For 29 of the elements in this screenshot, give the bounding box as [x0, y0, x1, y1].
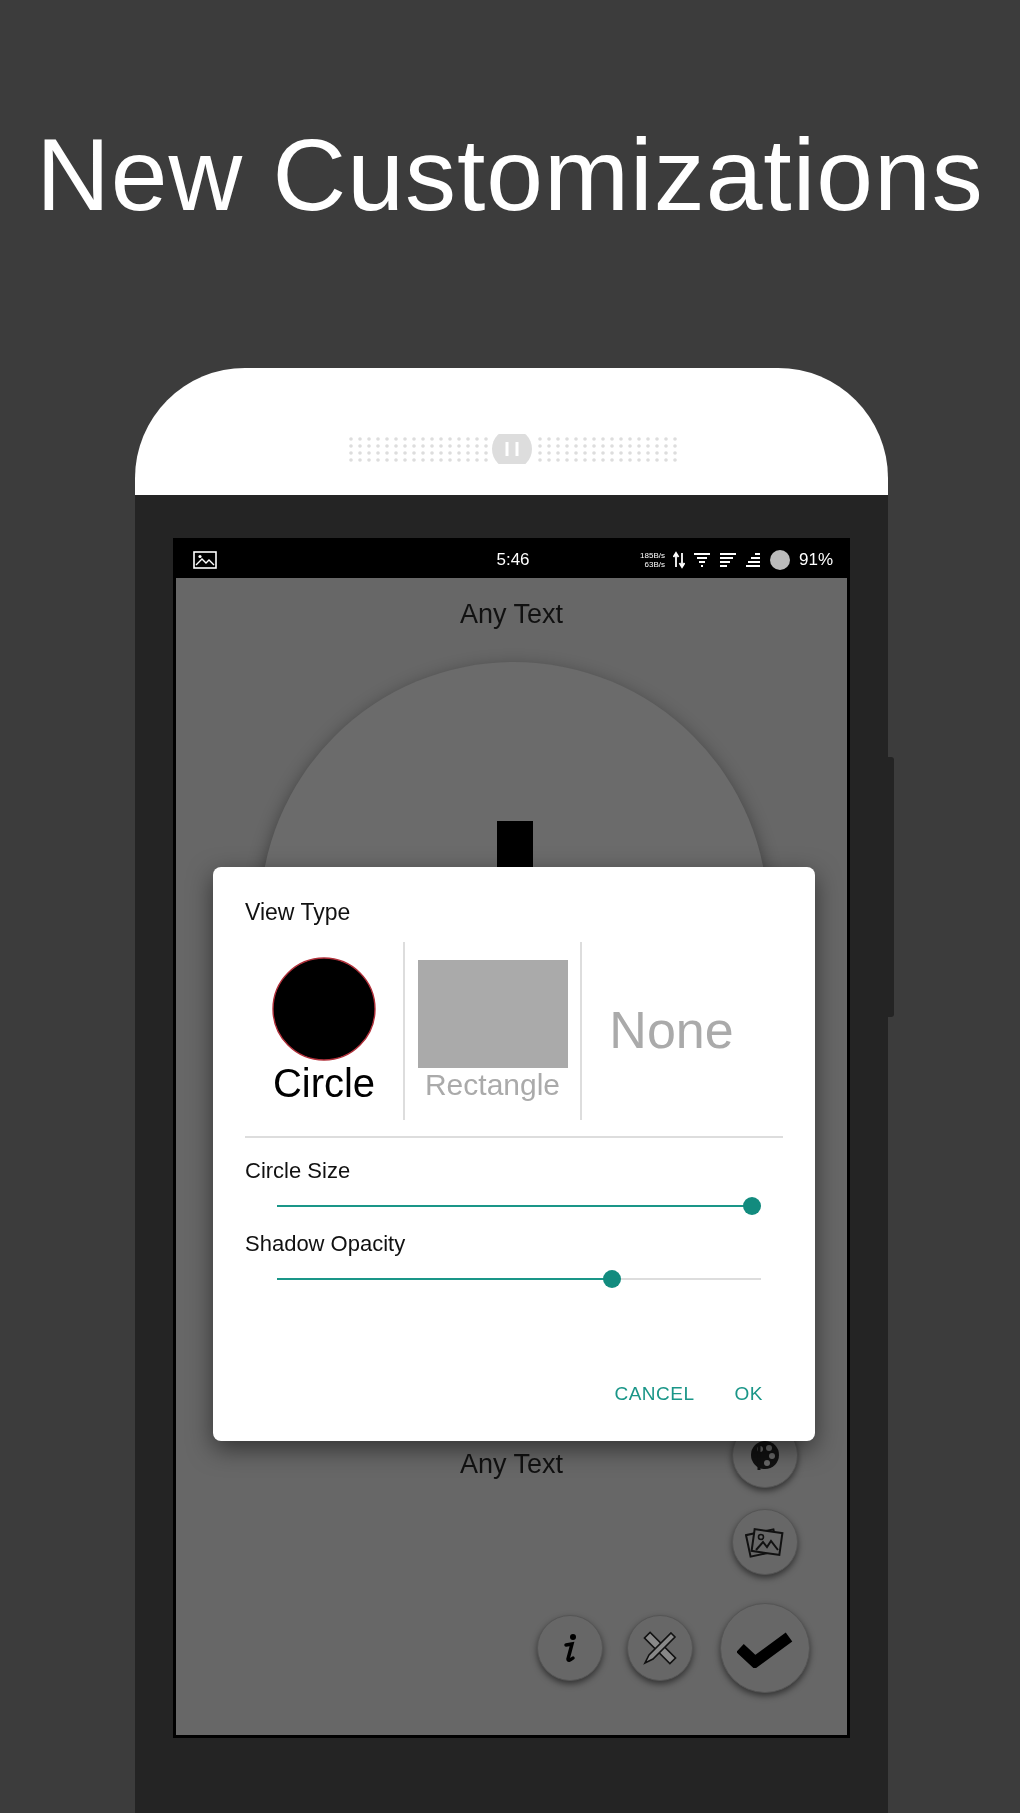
palette-icon: [748, 1438, 782, 1472]
images-button[interactable]: [732, 1509, 798, 1575]
battery-percent: 91%: [798, 548, 833, 571]
view-type-option[interactable]: Circle: [245, 941, 403, 1120]
info-button[interactable]: [537, 1615, 603, 1681]
images-icon: [745, 1525, 785, 1559]
slider-thumb[interactable]: [603, 1269, 622, 1288]
data-arrows-icon: [672, 550, 685, 569]
headline: New Customizations: [35, 117, 985, 234]
dialog-title: View Type: [245, 898, 352, 927]
view-type-option[interactable]: None: [582, 941, 761, 1120]
picture-icon: [193, 550, 217, 569]
slider-label: Shadow Opacity: [245, 1229, 407, 1258]
dialog-button[interactable]: OK: [734, 1379, 763, 1408]
rectangle-shape-icon: [417, 960, 568, 1068]
circle-shape-icon: [272, 956, 376, 1061]
preview-text: Any Text: [458, 598, 565, 631]
network-speed: 185B/s 63B/s: [640, 550, 665, 569]
slider-label: Circle Size: [245, 1156, 352, 1185]
slider-thumb[interactable]: [743, 1196, 761, 1215]
status-time: 5:46: [496, 548, 530, 571]
dialog-button[interactable]: CANCEL: [614, 1379, 695, 1408]
view-type-option[interactable]: Rectangle: [405, 941, 580, 1120]
confirm-button[interactable]: [720, 1603, 810, 1693]
signal-icon: [692, 550, 711, 569]
signal-icon: [744, 550, 761, 569]
tools-button[interactable]: [627, 1615, 693, 1681]
preview-text: Any Text: [458, 1448, 565, 1481]
signal-icon: [718, 550, 737, 569]
